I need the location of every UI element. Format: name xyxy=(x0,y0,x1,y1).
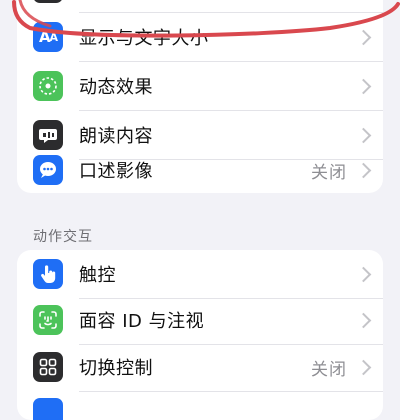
settings-row-display-text-size[interactable]: AA 显示与文字大小 xyxy=(17,13,383,61)
chevron-right-icon xyxy=(355,359,372,375)
chevron-right-icon xyxy=(355,312,372,328)
chevron-right-icon xyxy=(355,266,372,282)
settings-row-touch[interactable]: 触控 xyxy=(17,250,383,298)
text-size-icon: AA xyxy=(33,22,63,52)
row-label: 面容 ID 与注视 xyxy=(79,311,205,332)
face-id-icon xyxy=(33,305,63,335)
chevron-right-icon xyxy=(355,78,372,94)
chevron-right-icon xyxy=(355,162,372,178)
settings-group-vision: AA 显示与文字大小 动态效果 朗读内容 口述影像 关闭 xyxy=(17,0,383,193)
row-label: 切换控制 xyxy=(79,358,153,379)
motion-icon xyxy=(33,71,63,101)
row-value: 关闭 xyxy=(311,359,347,380)
settings-row-motion[interactable]: 动态效果 xyxy=(17,62,383,110)
settings-row-partial[interactable] xyxy=(17,0,383,12)
partial-hidden-icon xyxy=(33,0,63,3)
row-label: 朗读内容 xyxy=(79,126,153,147)
row-label: 显示与文字大小 xyxy=(79,28,209,49)
section-header-interaction: 动作交互 xyxy=(33,229,93,245)
chevron-right-icon xyxy=(355,127,372,143)
settings-row-face-id[interactable]: 面容 ID 与注视 xyxy=(17,296,383,344)
row-label: 触控 xyxy=(79,265,116,286)
settings-row-switch-control[interactable]: 切换控制 关闭 xyxy=(17,343,383,391)
settings-group-physical-motor: 触控 面容 ID 与注视 切换控制 关闭 xyxy=(17,250,383,420)
row-label: 动态效果 xyxy=(79,77,153,98)
audio-description-icon xyxy=(33,155,63,185)
row-label: 口述影像 xyxy=(79,161,153,182)
row-value: 关闭 xyxy=(311,162,347,183)
chevron-right-icon xyxy=(355,29,372,45)
switch-control-icon xyxy=(33,352,63,382)
partial-hidden-icon xyxy=(33,398,63,420)
settings-row-audio-descriptions[interactable]: 口述影像 关闭 xyxy=(17,146,383,193)
settings-row-partial-bottom[interactable] xyxy=(17,392,383,420)
touch-hand-icon xyxy=(33,259,63,289)
